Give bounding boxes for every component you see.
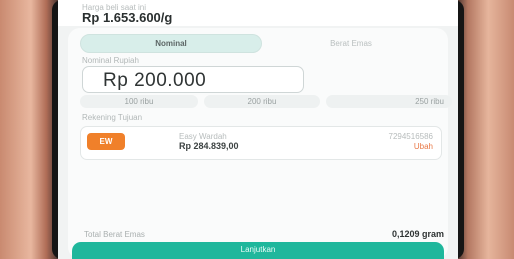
wallet-badge-icon: EW [87,133,125,150]
tab-berat-emas[interactable]: Berat Emas [262,34,440,53]
account-section-label: Rekening Tujuan [82,113,143,122]
mode-tabs: Nominal Berat Emas [80,34,440,53]
total-weight-label: Total Berat Emas [84,230,145,239]
tab-nominal[interactable]: Nominal [80,34,262,53]
quick-amount-250[interactable]: 250 ribu [326,95,452,108]
continue-button[interactable]: Lanjutkan [72,242,444,259]
amount-value: Rp 200.000 [103,70,207,91]
account-card[interactable]: EW Easy Wardah Rp 284.839,00 7294516586 … [80,126,442,160]
price-header: Harga beli saat ini Rp 1.653.600/g [58,0,458,26]
change-account-link[interactable]: Ubah [414,142,433,151]
price-value: Rp 1.653.600/g [82,10,173,25]
amount-label: Nominal Rupiah [82,56,139,65]
account-balance: Rp 284.839,00 [179,141,239,151]
amount-input[interactable]: Rp 200.000 [82,66,304,93]
app-screen: Harga beli saat ini Rp 1.653.600/g Nomin… [58,0,458,259]
account-name: Easy Wardah [179,132,227,141]
quick-amount-200[interactable]: 200 ribu [204,95,320,108]
total-weight-value: 0,1209 gram [391,229,444,239]
account-number: 7294516586 [388,132,434,141]
quick-amount-100[interactable]: 100 ribu [80,95,198,108]
quick-amounts: 100 ribu 200 ribu 250 ribu [80,95,452,108]
